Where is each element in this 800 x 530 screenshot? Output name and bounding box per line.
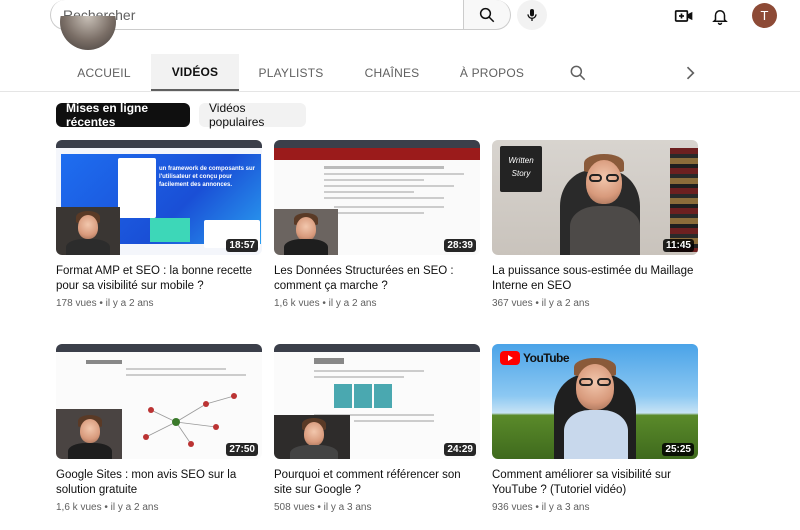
video-duration: 27:50 (226, 443, 258, 456)
video-duration: 25:25 (662, 443, 694, 456)
webcam-overlay (274, 415, 350, 459)
video-card[interactable]: YouTube 25:25 Comment améliorer sa visib… (492, 344, 698, 513)
thumbnail-blackboard: Written Story (500, 146, 542, 192)
youtube-play-icon (500, 351, 520, 365)
webcam-overlay (56, 207, 120, 255)
video-meta: 178 vues • il y a 2 ans (56, 298, 262, 309)
video-card[interactable]: 28:39 Les Données Structurées en SEO : c… (274, 140, 480, 309)
video-thumbnail[interactable]: 27:50 (56, 344, 262, 459)
notifications-button[interactable] (708, 4, 732, 28)
video-thumbnail[interactable]: YouTube 25:25 (492, 344, 698, 459)
microphone-icon (527, 9, 537, 21)
video-meta: 367 vues • il y a 2 ans (492, 298, 698, 309)
video-thumbnail[interactable]: un framework de composants sur l'utilisa… (56, 140, 262, 255)
webcam-overlay (274, 209, 338, 255)
youtube-logo: YouTube (500, 351, 570, 365)
meta-separator: • (535, 502, 539, 513)
video-thumbnail[interactable]: 28:39 (274, 140, 480, 255)
video-card[interactable]: un framework de composants sur l'utilisa… (56, 140, 262, 309)
upload-age: il y a 2 ans (105, 298, 154, 309)
video-title[interactable]: Les Données Structurées en SEO : comment… (274, 264, 480, 294)
view-count: 178 vues (56, 298, 97, 309)
video-meta: 508 vues • il y a 3 ans (274, 502, 480, 513)
video-title[interactable]: Pourquoi et comment référencer son site … (274, 468, 480, 498)
video-thumbnail[interactable]: Written Story 11:45 (492, 140, 698, 255)
view-count: 508 vues (274, 502, 315, 513)
masthead: T (0, 0, 800, 30)
chevron-right-icon[interactable] (680, 63, 700, 83)
webcam-overlay (56, 409, 122, 459)
meta-separator: • (104, 502, 108, 513)
video-title[interactable]: Google Sites : mon avis SEO sur la solut… (56, 468, 262, 498)
video-duration: 18:57 (226, 239, 258, 252)
upload-age: il y a 2 ans (328, 298, 377, 309)
tab-videos[interactable]: VIDÉOS (151, 54, 239, 91)
upload-age: il y a 2 ans (110, 502, 159, 513)
chip-recent-uploads[interactable]: Mises en ligne récentes (56, 101, 190, 129)
mindmap-diagram (143, 393, 237, 447)
view-count: 367 vues (492, 298, 533, 309)
search-input[interactable] (63, 6, 463, 23)
tab-channels[interactable]: CHAÎNES (347, 54, 437, 91)
channel-tabs: ACCUEIL VIDÉOS PLAYLISTS CHAÎNES À PROPO… (0, 54, 800, 92)
video-thumbnail[interactable]: 24:29 (274, 344, 480, 459)
video-meta: 1,6 k vues • il y a 2 ans (274, 298, 480, 309)
video-card[interactable]: 27:50 Google Sites : mon avis SEO sur la… (56, 344, 262, 513)
view-count: 1,6 k vues (56, 502, 102, 513)
view-count: 936 vues (492, 502, 533, 513)
video-title[interactable]: Comment améliorer sa visibilité sur YouT… (492, 468, 698, 498)
video-title[interactable]: Format AMP et SEO : la bonne recette pou… (56, 264, 262, 294)
tab-home[interactable]: ACCUEIL (58, 54, 150, 91)
meta-separator: • (317, 502, 321, 513)
meta-separator: • (535, 298, 539, 309)
meta-separator: • (322, 298, 326, 309)
upload-age: il y a 3 ans (323, 502, 372, 513)
voice-search-button[interactable] (517, 0, 547, 30)
video-duration: 28:39 (444, 239, 476, 252)
channel-avatar (60, 16, 116, 50)
thumbnail-banner-text: un framework de composants sur l'utilisa… (159, 166, 256, 188)
search-button[interactable] (463, 0, 511, 30)
upload-age: il y a 2 ans (541, 298, 590, 309)
bell-icon (712, 10, 728, 25)
youtube-logo-text: YouTube (523, 351, 570, 365)
video-card[interactable]: 24:29 Pourquoi et comment référencer son… (274, 344, 480, 513)
search-icon (479, 7, 495, 22)
meta-separator: • (99, 298, 103, 309)
tab-playlists[interactable]: PLAYLISTS (246, 54, 336, 91)
video-meta: 1,6 k vues • il y a 2 ans (56, 502, 262, 513)
create-video-icon (674, 10, 693, 22)
upload-age: il y a 3 ans (541, 502, 590, 513)
video-card[interactable]: Written Story 11:45 La puissance sous-es… (492, 140, 698, 309)
video-title[interactable]: La puissance sous-estimée du Maillage In… (492, 264, 698, 294)
create-button[interactable] (672, 4, 696, 28)
chip-popular-videos[interactable]: Vidéos populaires (199, 101, 306, 129)
video-duration: 24:29 (444, 443, 476, 456)
tab-about[interactable]: À PROPOS (448, 54, 536, 91)
view-count: 1,6 k vues (274, 298, 320, 309)
video-duration: 11:45 (662, 239, 694, 252)
search-icon[interactable] (568, 63, 588, 83)
video-meta: 936 vues • il y a 3 ans (492, 502, 698, 513)
account-avatar[interactable]: T (752, 3, 777, 28)
